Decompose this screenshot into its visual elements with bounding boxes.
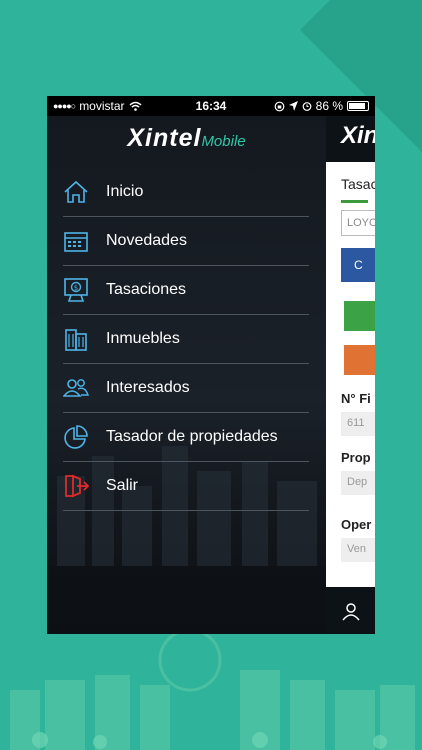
menu-label-inmuebles: Inmuebles: [106, 330, 180, 347]
wifi-icon: [129, 101, 142, 111]
menu-label-tasador: Tasador de propiedades: [106, 428, 278, 445]
orange-button[interactable]: [344, 345, 375, 375]
menu-label-salir: Salir: [106, 477, 139, 494]
menu-item-inmuebles[interactable]: Inmuebles: [63, 315, 309, 364]
primary-button[interactable]: C: [341, 248, 375, 282]
menu-item-inicio[interactable]: Inicio: [63, 168, 309, 217]
battery-icon: [347, 101, 369, 111]
menu-item-tasaciones[interactable]: $ Tasaciones: [63, 266, 309, 315]
menu-item-novedades[interactable]: Novedades: [63, 217, 309, 266]
logo-brand: Xintel: [127, 124, 202, 152]
appraisal-icon: $: [63, 277, 89, 303]
side-drawer: XintelMobile Inicio Novedades $ Tasacion…: [47, 116, 326, 634]
calendar-icon: [63, 228, 89, 254]
menu-label-interesados: Interesados: [106, 379, 190, 396]
menu-item-salir[interactable]: Salir: [63, 462, 309, 511]
menu-item-tasador[interactable]: Tasador de propiedades: [63, 413, 309, 462]
rotation-lock-icon: [274, 101, 285, 111]
users-icon: [63, 375, 89, 401]
svg-text:$: $: [74, 284, 78, 292]
battery-percent: 86 %: [315, 99, 343, 113]
building-icon: [63, 326, 89, 352]
menu-item-interesados[interactable]: Interesados: [63, 364, 309, 413]
logout-icon: [63, 473, 89, 499]
ficha-label: N° Fi: [341, 391, 371, 406]
menu-label-novedades: Novedades: [106, 232, 187, 249]
search-input[interactable]: LOYO: [341, 210, 375, 236]
propiedad-label: Prop: [341, 450, 371, 465]
alarm-icon: [302, 102, 312, 111]
green-button[interactable]: [344, 301, 375, 331]
ficha-field[interactable]: 611: [341, 412, 375, 436]
phone-screen: ●●●●○ movistar 16:34 86 % Xin Tasac LOYO…: [47, 96, 375, 634]
tab-tasaciones[interactable]: Tasac: [326, 162, 375, 202]
signal-icon: ●●●●○: [53, 101, 76, 111]
location-icon: [288, 101, 298, 111]
background-screen: Xin Tasac LOYO C N° Fi 611 Prop Dep Oper…: [326, 116, 375, 634]
clock: 16:34: [195, 99, 227, 113]
app-logo: XintelMobile: [47, 124, 326, 153]
pie-chart-icon: [63, 424, 89, 450]
panel-footer: [326, 587, 375, 634]
menu-label-inicio: Inicio: [106, 183, 144, 200]
panel-header: Xin: [326, 116, 375, 162]
carrier-name: movistar: [79, 99, 125, 113]
propiedad-field[interactable]: Dep: [341, 471, 375, 495]
tab-indicator: [341, 200, 368, 203]
home-icon: [63, 179, 89, 205]
operacion-field[interactable]: Ven: [341, 538, 375, 562]
user-icon[interactable]: [341, 601, 361, 621]
logo-sub: Mobile: [201, 133, 246, 150]
town-illustration: [10, 628, 415, 750]
side-menu: Inicio Novedades $ Tasaciones Inmuebles: [63, 168, 309, 511]
status-bar: ●●●●○ movistar 16:34 86 %: [47, 96, 375, 116]
operacion-label: Oper: [341, 517, 372, 532]
menu-label-tasaciones: Tasaciones: [106, 281, 187, 298]
